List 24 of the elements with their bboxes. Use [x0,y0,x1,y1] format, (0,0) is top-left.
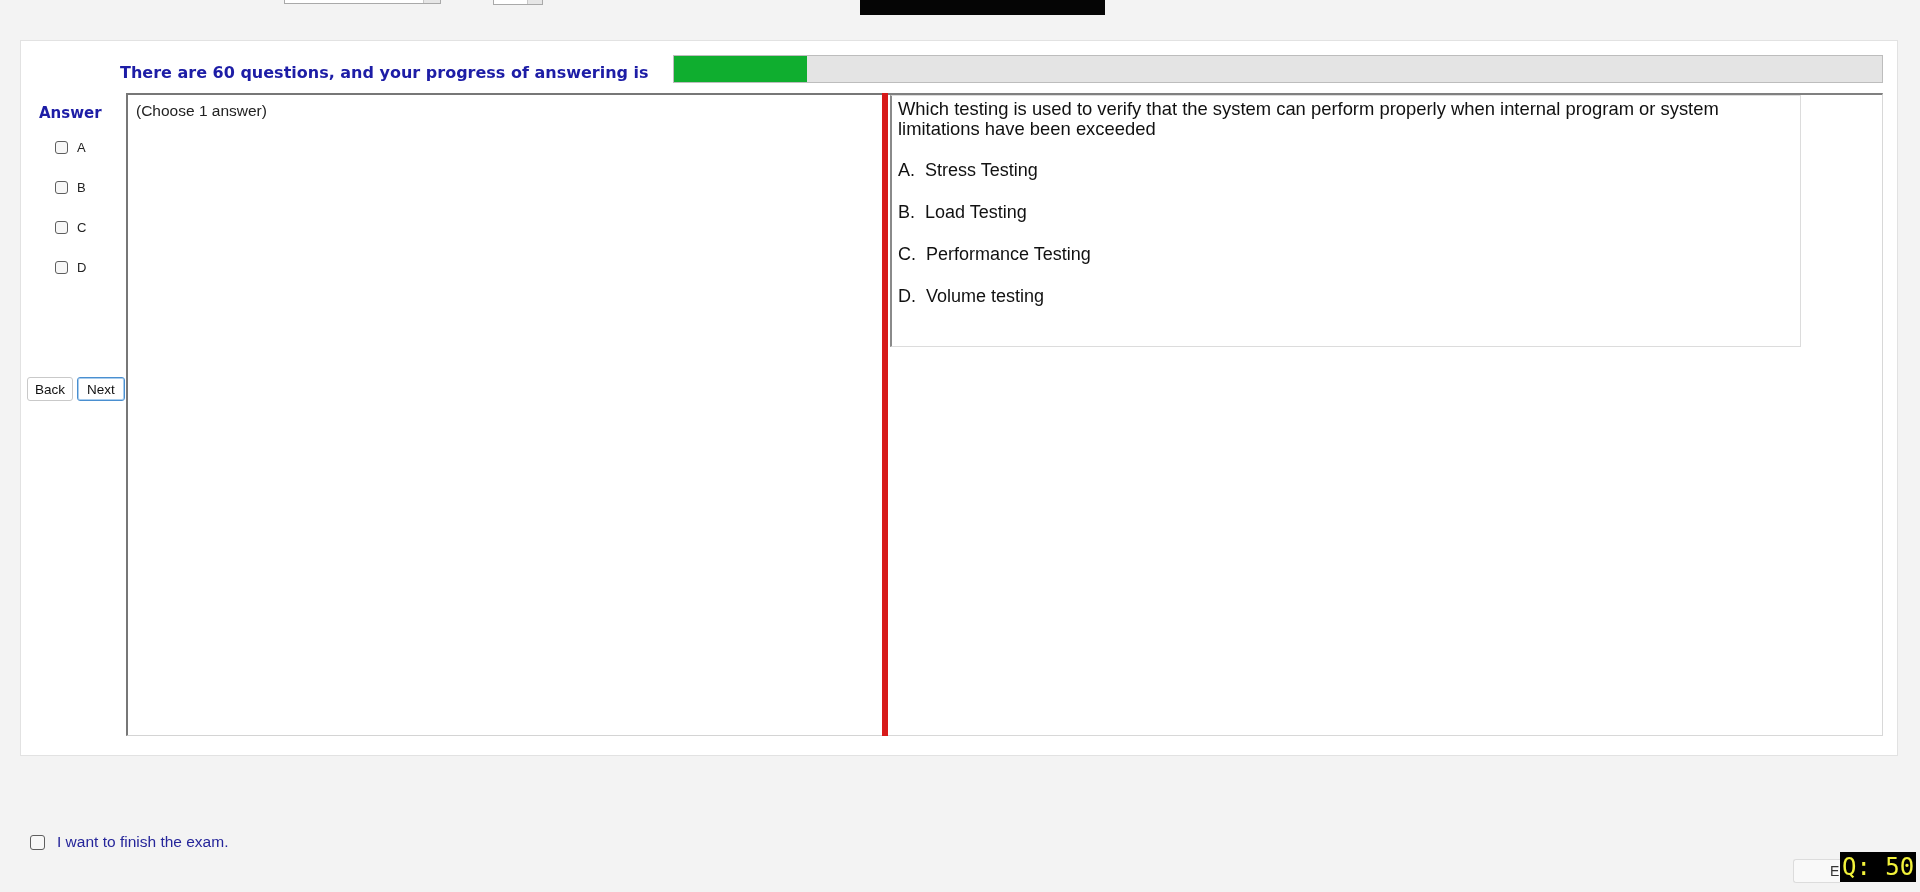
question-number-badge: Q: 50 [1840,852,1917,882]
question-text: Which testing is used to verify that the system can perform properly when internal program or system limitations have been exceeded [898,99,1720,139]
dropdown-field[interactable] [284,0,441,4]
checkbox-label[interactable]: D [77,259,87,275]
answer-option: A. Stress Testing [898,160,1794,180]
checkbox[interactable] [30,834,45,850]
footer-button[interactable]: E [1793,859,1840,883]
answer-option: D. Volume testing [898,286,1794,306]
checkbox-label[interactable]: A [77,139,86,155]
answer-option: C. Performance Testing [898,244,1794,264]
answer-field[interactable]: (Choose 1 answer) [126,93,882,736]
checkbox[interactable] [55,260,68,274]
checkbox-label[interactable]: B [77,179,86,195]
checkbox[interactable] [55,140,68,154]
input-field[interactable] [493,0,543,5]
answer-option: B. Load Testing [898,202,1794,222]
finish-label[interactable]: I want to finish the exam. [57,833,229,851]
back-button[interactable]: Back [27,377,73,401]
progress-label: There are 60 questions, and your progress of answering is [120,62,649,83]
checkbox[interactable] [55,180,68,194]
checkbox-label[interactable]: C [77,219,87,235]
checkbox[interactable] [55,220,68,234]
answer-heading: Answer [39,103,102,123]
next-button[interactable]: Next [77,377,125,401]
